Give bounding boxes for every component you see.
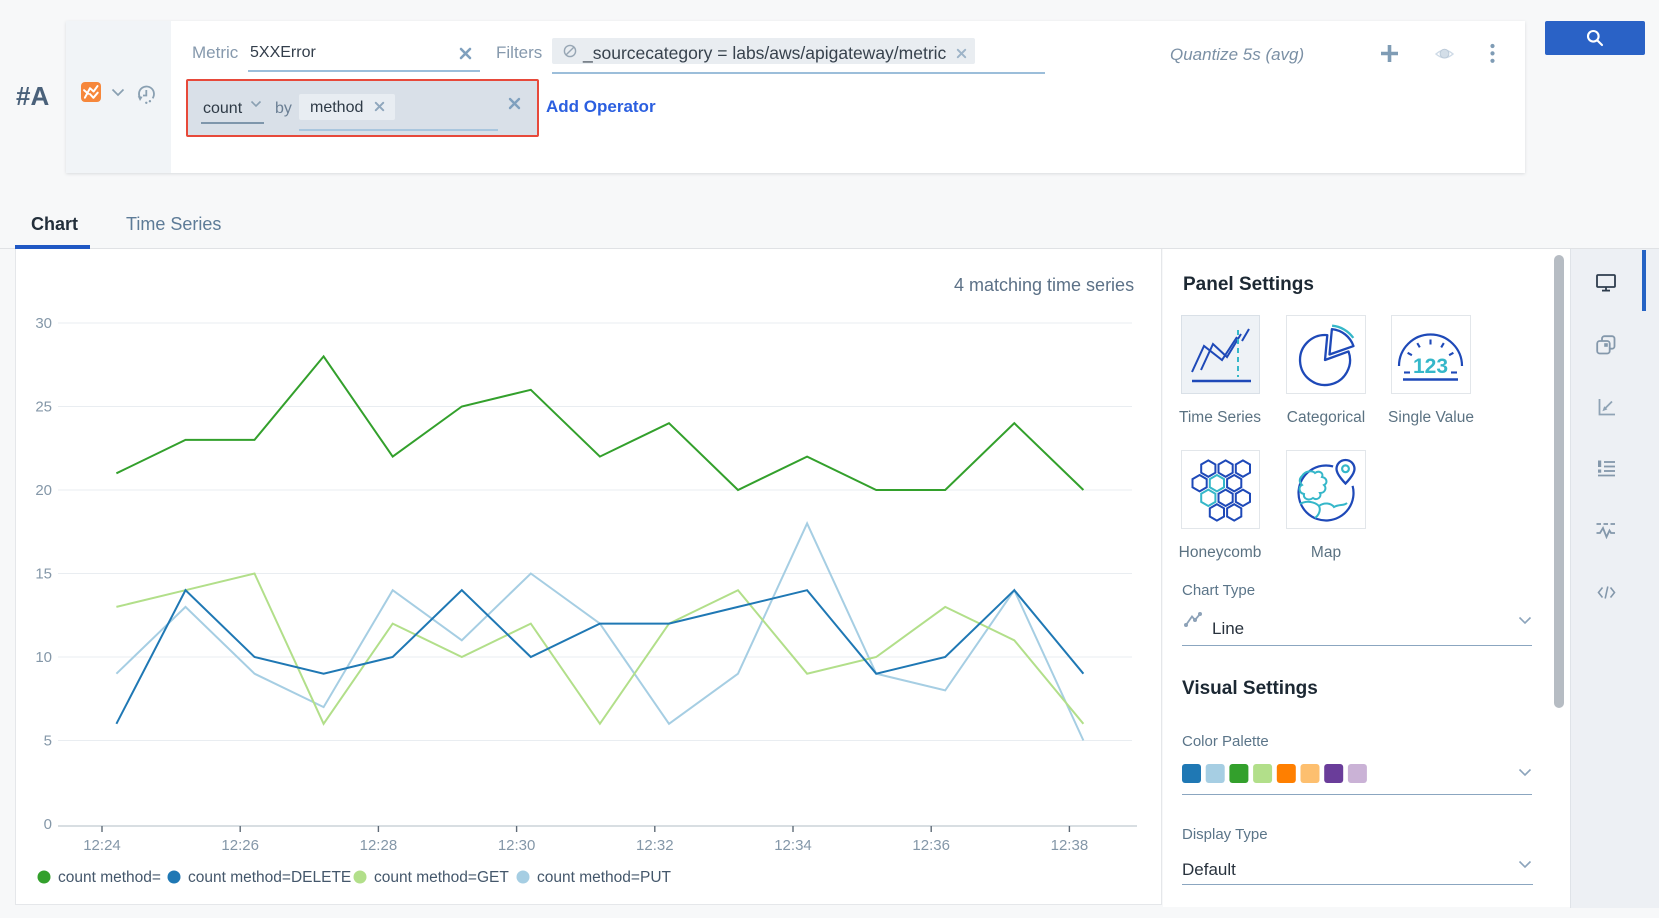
svg-text:20: 20 — [35, 482, 52, 499]
svg-text:30: 30 — [35, 315, 52, 332]
svg-text:12:34: 12:34 — [774, 837, 812, 854]
svg-text:12:26: 12:26 — [221, 837, 259, 854]
svg-text:count method=PUT: count method=PUT — [537, 869, 672, 886]
svg-text:5: 5 — [44, 733, 52, 750]
svg-text:count method=GET: count method=GET — [374, 869, 509, 886]
svg-text:12:36: 12:36 — [912, 837, 950, 854]
svg-text:count method=DELETE: count method=DELETE — [188, 869, 351, 886]
svg-text:15: 15 — [35, 566, 52, 583]
svg-text:0: 0 — [44, 816, 52, 833]
svg-text:12:28: 12:28 — [360, 837, 398, 854]
svg-text:count method=: count method= — [58, 869, 161, 886]
svg-text:12:30: 12:30 — [498, 837, 536, 854]
svg-text:10: 10 — [35, 649, 52, 666]
svg-text:12:32: 12:32 — [636, 837, 674, 854]
svg-text:123: 123 — [1413, 355, 1448, 378]
svg-text:25: 25 — [35, 399, 52, 416]
svg-text:12:24: 12:24 — [83, 837, 121, 854]
svg-text:12:38: 12:38 — [1051, 837, 1089, 854]
